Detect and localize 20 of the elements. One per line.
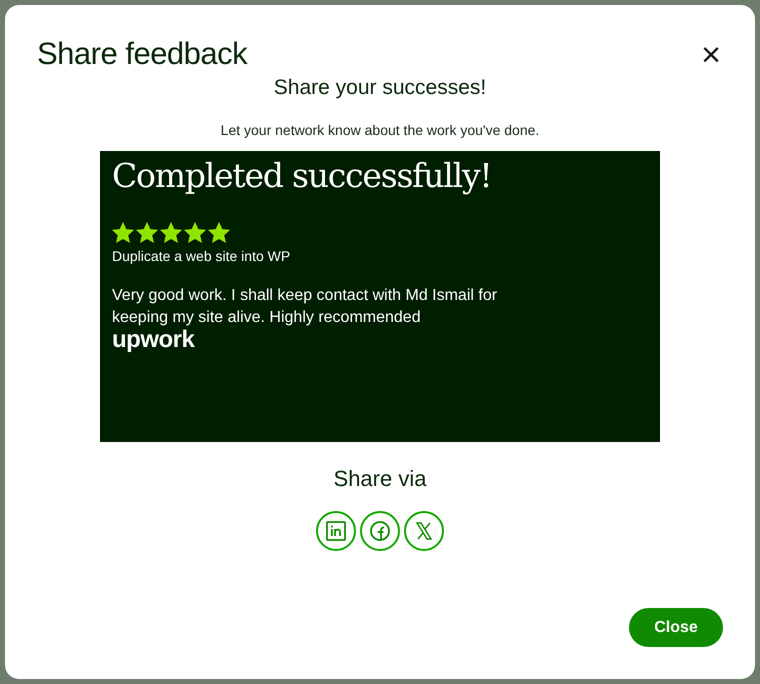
close-button[interactable]: ×: [699, 43, 723, 67]
star-icon: [136, 222, 158, 244]
star-icon: [112, 222, 134, 244]
square-icon: [324, 518, 348, 543]
star-icon: [184, 222, 206, 244]
card-title: Completed successfully!: [112, 154, 492, 196]
share-button[interactable]: [360, 510, 400, 551]
dialog-title: Share feedback: [37, 35, 248, 72]
close-button[interactable]: Close: [629, 608, 723, 647]
star-icon: [160, 222, 182, 244]
logo: upwork: [112, 326, 194, 354]
circle-icon: [368, 518, 392, 543]
job-title: Duplicate a web site into WP: [112, 246, 292, 266]
share-button[interactable]: [316, 510, 356, 551]
heading: Share your successes!: [272, 75, 488, 102]
feedback-comment: Very good work. I shall keep contact with Md Ismail for keeping my site alive. Highly recommended: [112, 286, 498, 328]
share-button[interactable]: [404, 510, 444, 551]
star-icon: [208, 222, 230, 244]
subheading: Let your network know about the work you've done.: [220, 120, 540, 140]
share-label: Share via: [332, 464, 428, 493]
